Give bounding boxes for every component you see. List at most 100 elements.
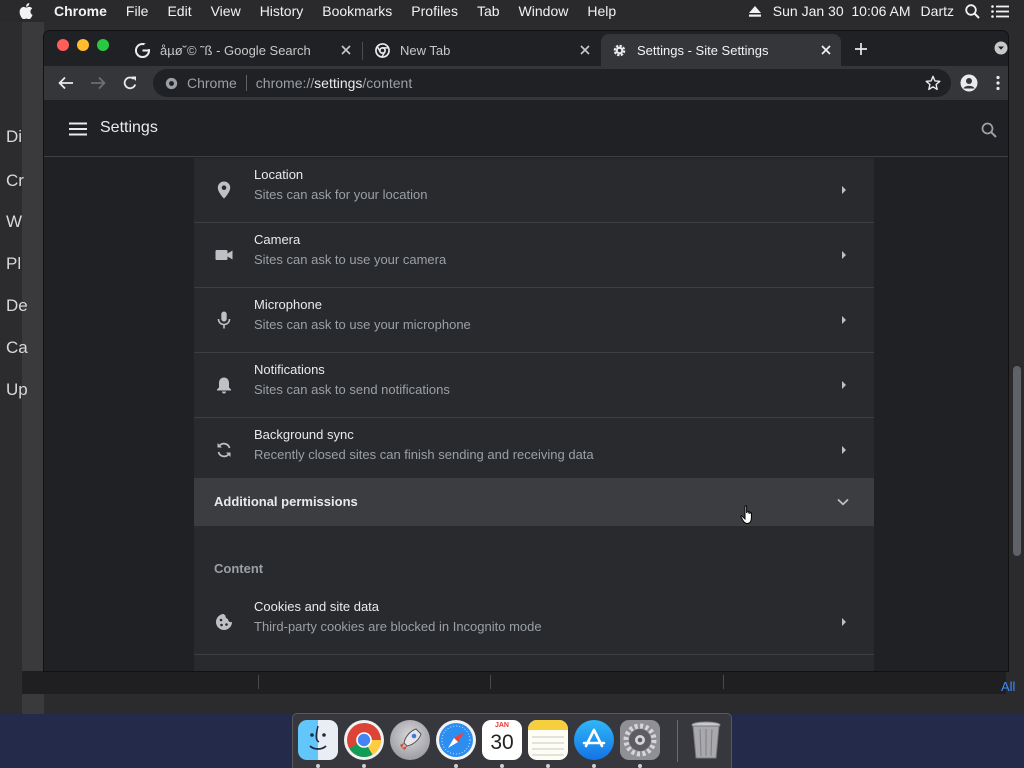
- url-path: /content: [362, 75, 413, 91]
- eject-icon[interactable]: [747, 3, 763, 19]
- setting-subtitle: Sites can ask to use your microphone: [254, 317, 471, 332]
- setting-row-background-sync[interactable]: Background sync Recently closed sites ca…: [194, 418, 874, 483]
- tab-strip: åµø˘© ˜ß - Google Search New Tab Setting…: [44, 31, 1008, 66]
- kebab-menu-icon[interactable]: [990, 71, 1006, 95]
- running-indicator: [362, 764, 366, 768]
- setting-title: Background sync: [254, 427, 354, 442]
- profile-avatar-icon[interactable]: [957, 71, 981, 95]
- tab-google-search[interactable]: åµø˘© ˜ß - Google Search: [124, 34, 361, 66]
- bell-icon: [214, 375, 234, 395]
- calendar-icon[interactable]: JAN 30: [482, 720, 522, 760]
- setting-row-cookies[interactable]: Cookies and site data Third-party cookie…: [194, 590, 874, 655]
- background-window-text: Pl: [6, 254, 22, 273]
- setting-subtitle: Third-party cookies are blocked in Incog…: [254, 619, 542, 634]
- arrow-right-icon: [838, 379, 850, 391]
- tab-settings[interactable]: Settings - Site Settings: [601, 34, 841, 66]
- chrome-icon[interactable]: [344, 720, 384, 760]
- running-indicator: [546, 764, 550, 768]
- background-window-footer: [22, 670, 1006, 694]
- tab-new-tab[interactable]: New Tab: [364, 34, 600, 66]
- setting-subtitle: Recently closed sites can finish sending…: [254, 447, 594, 462]
- app-store-icon[interactable]: [574, 720, 614, 760]
- browser-toolbar: Chrome chrome://settings/content: [44, 66, 1008, 100]
- setting-row-camera[interactable]: Camera Sites can ask to use your camera: [194, 223, 874, 288]
- forward-button[interactable]: [86, 71, 110, 95]
- running-indicator: [638, 764, 642, 768]
- setting-subtitle: Sites can ask to use your camera: [254, 252, 447, 267]
- running-indicator: [454, 764, 458, 768]
- setting-title: Notifications: [254, 362, 325, 377]
- window-minimize-button[interactable]: [77, 39, 89, 51]
- setting-row-notifications[interactable]: Notifications Sites can ask to send noti…: [194, 353, 874, 418]
- window-zoom-button[interactable]: [97, 39, 109, 51]
- setting-title: Microphone: [254, 297, 322, 312]
- close-icon[interactable]: [339, 43, 353, 57]
- arrow-right-icon: [838, 249, 850, 261]
- page-scrollbar[interactable]: [1013, 366, 1021, 556]
- arrow-right-icon: [838, 184, 850, 196]
- close-icon[interactable]: [819, 43, 833, 57]
- clock[interactable]: Sun Jan 30 10:06 AM: [773, 3, 911, 19]
- user-name[interactable]: Dartz: [921, 3, 954, 19]
- bookmark-star-icon[interactable]: [925, 75, 941, 91]
- tab-title: New Tab: [400, 42, 451, 58]
- sync-icon: [214, 440, 234, 460]
- background-all-link[interactable]: All: [1001, 679, 1015, 694]
- back-button[interactable]: [54, 71, 78, 95]
- expander-label: Additional permissions: [214, 494, 358, 509]
- menu-view[interactable]: View: [211, 3, 241, 19]
- launchpad-icon[interactable]: [390, 720, 430, 760]
- background-window-text: Di: [6, 127, 23, 146]
- menu-profiles[interactable]: Profiles: [411, 3, 458, 19]
- menu-app-chrome[interactable]: Chrome: [54, 3, 107, 19]
- hamburger-menu-icon[interactable]: [68, 119, 88, 139]
- setting-subtitle: Sites can ask for your location: [254, 187, 428, 202]
- chrome-window: åµø˘© ˜ß - Google Search New Tab Setting…: [44, 31, 1008, 671]
- menu-history[interactable]: History: [260, 3, 304, 19]
- setting-row-microphone[interactable]: Microphone Sites can ask to use your mic…: [194, 288, 874, 353]
- menu-help[interactable]: Help: [587, 3, 616, 19]
- chrome-page-icon[interactable]: [164, 76, 178, 90]
- settings-header: Settings: [44, 100, 1008, 157]
- new-tab-button[interactable]: [852, 40, 870, 58]
- trash-icon[interactable]: [686, 720, 726, 760]
- calendar-month: JAN: [494, 722, 509, 729]
- menu-window[interactable]: Window: [519, 3, 569, 19]
- menu-tab[interactable]: Tab: [477, 3, 500, 19]
- reload-button[interactable]: [118, 71, 142, 95]
- background-window-text: Cr: [6, 171, 24, 190]
- running-indicator: [316, 764, 320, 768]
- close-icon[interactable]: [578, 43, 592, 57]
- site-settings-card: Location Sites can ask for your location…: [194, 158, 874, 671]
- setting-row-location[interactable]: Location Sites can ask for your location: [194, 158, 874, 223]
- address-bar[interactable]: Chrome chrome://settings/content: [153, 69, 951, 97]
- background-window-left: [0, 22, 22, 712]
- finder-icon[interactable]: [298, 720, 338, 760]
- notification-center-icon[interactable]: [990, 3, 1010, 19]
- microphone-icon: [214, 310, 234, 330]
- menu-edit[interactable]: Edit: [167, 3, 191, 19]
- origin-chip[interactable]: Chrome: [187, 75, 237, 91]
- cookie-icon: [214, 612, 234, 632]
- macos-dock: JAN 30: [292, 713, 732, 768]
- apple-logo-icon[interactable]: [19, 3, 39, 19]
- spotlight-search-icon[interactable]: [964, 3, 980, 19]
- safari-icon[interactable]: [436, 720, 476, 760]
- hand-pointer-cursor-icon: [740, 505, 752, 525]
- system-preferences-icon[interactable]: [620, 720, 660, 760]
- background-window: [22, 22, 44, 718]
- arrow-right-icon: [838, 314, 850, 326]
- notes-icon[interactable]: [528, 720, 568, 760]
- background-window-text: De: [6, 296, 28, 315]
- search-icon[interactable]: [980, 121, 998, 139]
- url-text[interactable]: chrome://settings/content: [256, 75, 412, 91]
- camera-icon: [214, 245, 234, 265]
- menu-file[interactable]: File: [126, 3, 149, 19]
- setting-title: Location: [254, 167, 304, 182]
- window-close-button[interactable]: [57, 39, 69, 51]
- chevron-down-icon[interactable]: [836, 495, 850, 509]
- menu-bookmarks[interactable]: Bookmarks: [322, 3, 392, 19]
- tab-search-chevron-icon[interactable]: [994, 41, 1008, 55]
- chrome-logo-icon: [374, 42, 390, 58]
- additional-permissions-expander[interactable]: Additional permissions: [194, 478, 874, 526]
